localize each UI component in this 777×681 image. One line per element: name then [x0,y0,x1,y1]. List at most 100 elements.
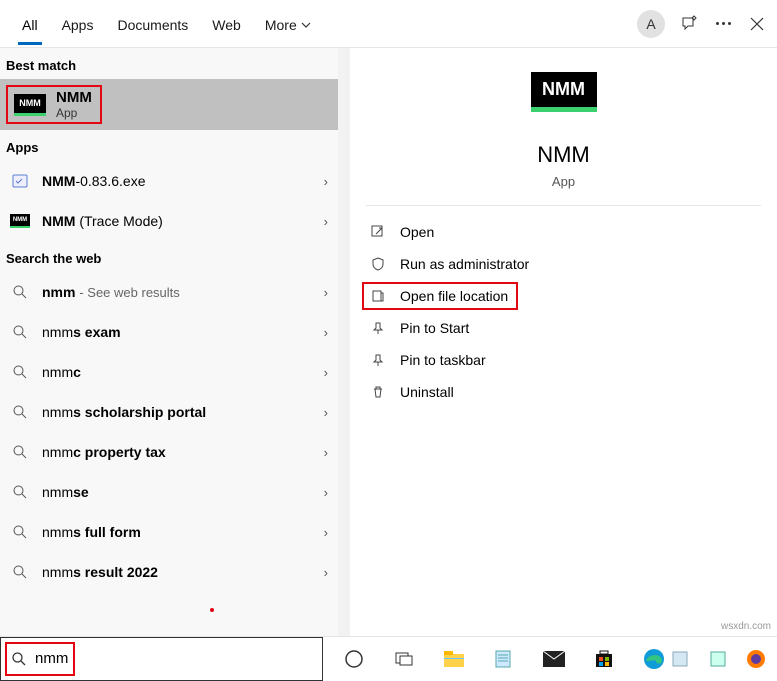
action-run-admin[interactable]: Run as administrator [350,248,777,280]
chevron-right-icon: › [324,405,328,420]
folder-icon [370,288,386,304]
nmm-small-icon: NMM [10,211,30,231]
chevron-down-icon [301,22,311,28]
installer-icon [10,171,30,191]
search-icon [10,562,30,582]
web-result-7-label: nmms result 2022 [42,564,312,580]
tab-all[interactable]: All [10,3,50,45]
action-open-location[interactable]: Open file location [350,280,777,312]
search-icon [10,282,30,302]
open-icon [370,224,386,240]
search-input[interactable] [35,650,312,667]
web-result-4[interactable]: nmmc property tax › [0,432,338,472]
web-result-5[interactable]: nmmse › [0,472,338,512]
tab-more-label: More [265,17,297,33]
search-icon [11,651,27,667]
best-match-header: Best match [0,48,338,79]
action-uninstall[interactable]: Uninstall [350,376,777,408]
task-view-icon[interactable] [391,646,417,672]
chevron-right-icon: › [324,565,328,580]
top-tab-bar: All Apps Documents Web More A [0,0,777,48]
edge-icon[interactable] [641,646,667,672]
mail-icon[interactable] [541,646,567,672]
web-result-7[interactable]: nmms result 2022 › [0,552,338,592]
chevron-right-icon: › [324,214,328,229]
more-options-icon[interactable] [713,14,733,34]
chevron-right-icon: › [324,285,328,300]
web-result-5-label: nmmse [42,484,312,500]
action-open-location-label: Open file location [400,288,508,304]
close-icon[interactable] [747,14,767,34]
file-explorer-icon[interactable] [441,646,467,672]
search-icon [10,522,30,542]
action-open[interactable]: Open [350,216,777,248]
best-match-title: NMM [56,89,92,106]
chevron-right-icon: › [324,485,328,500]
tab-apps[interactable]: Apps [50,3,106,45]
search-icon [10,322,30,342]
feedback-icon[interactable] [679,14,699,34]
web-result-0-label: nmm - See web results [42,284,312,300]
web-result-1-label: nmms exam [42,324,312,340]
web-result-1[interactable]: nmms exam › [0,312,338,352]
chevron-right-icon: › [324,525,328,540]
chevron-right-icon: › [324,365,328,380]
action-pin-taskbar[interactable]: Pin to taskbar [350,344,777,376]
notepad-icon[interactable] [491,646,517,672]
pin-icon [370,320,386,336]
action-pin-start-label: Pin to Start [400,320,469,336]
firefox-icon[interactable] [743,646,769,672]
decorative-dot [210,608,214,612]
web-result-6[interactable]: nmms full form › [0,512,338,552]
action-pin-taskbar-label: Pin to taskbar [400,352,486,368]
tray-app-icon[interactable] [667,646,693,672]
app-preview: NMM NMM App [366,72,761,206]
nmm-large-icon: NMM [531,72,597,112]
web-result-3-label: nmms scholarship portal [42,404,312,420]
main-area: Best match NMM NMM App Apps NMM-0.83.6.e… [0,48,777,636]
action-open-label: Open [400,224,434,240]
cortana-icon[interactable] [341,646,367,672]
topbar-right: A [637,10,767,38]
app-result-1[interactable]: NMM NMM (Trace Mode) › [0,201,338,241]
preview-title: NMM [537,142,590,168]
pin-icon [370,352,386,368]
tab-web[interactable]: Web [200,3,253,45]
taskbar-apps [323,646,667,672]
best-match-subtitle: App [56,106,92,120]
search-icon [10,402,30,422]
preview-panel: NMM NMM App Open Run as administrator Op… [350,48,777,636]
web-result-3[interactable]: nmms scholarship portal › [0,392,338,432]
system-tray [667,646,777,672]
avatar[interactable]: A [637,10,665,38]
web-result-4-label: nmmc property tax [42,444,312,460]
apps-header: Apps [0,130,338,161]
watermark: wsxdn.com [721,621,771,632]
chevron-right-icon: › [324,174,328,189]
pane-divider [338,48,350,636]
shield-icon [370,256,386,272]
action-pin-start[interactable]: Pin to Start [350,312,777,344]
results-panel: Best match NMM NMM App Apps NMM-0.83.6.e… [0,48,338,636]
web-result-2[interactable]: nmmc › [0,352,338,392]
search-box[interactable] [0,637,323,681]
web-result-0[interactable]: nmm - See web results › [0,272,338,312]
search-icon [10,362,30,382]
action-uninstall-label: Uninstall [400,384,454,400]
trash-icon [370,384,386,400]
store-icon[interactable] [591,646,617,672]
app-result-0[interactable]: NMM-0.83.6.exe › [0,161,338,201]
tab-more[interactable]: More [253,3,323,45]
best-match-item[interactable]: NMM NMM App [0,79,338,130]
web-result-6-label: nmms full form [42,524,312,540]
action-run-admin-label: Run as administrator [400,256,529,272]
web-result-2-label: nmmc [42,364,312,380]
taskbar [0,636,777,680]
tab-documents[interactable]: Documents [105,3,200,45]
tray-app-icon-2[interactable] [705,646,731,672]
search-tabs: All Apps Documents Web More [10,3,323,45]
app-result-1-label: NMM (Trace Mode) [42,213,312,229]
search-icon [10,442,30,462]
chevron-right-icon: › [324,445,328,460]
search-icon [10,482,30,502]
